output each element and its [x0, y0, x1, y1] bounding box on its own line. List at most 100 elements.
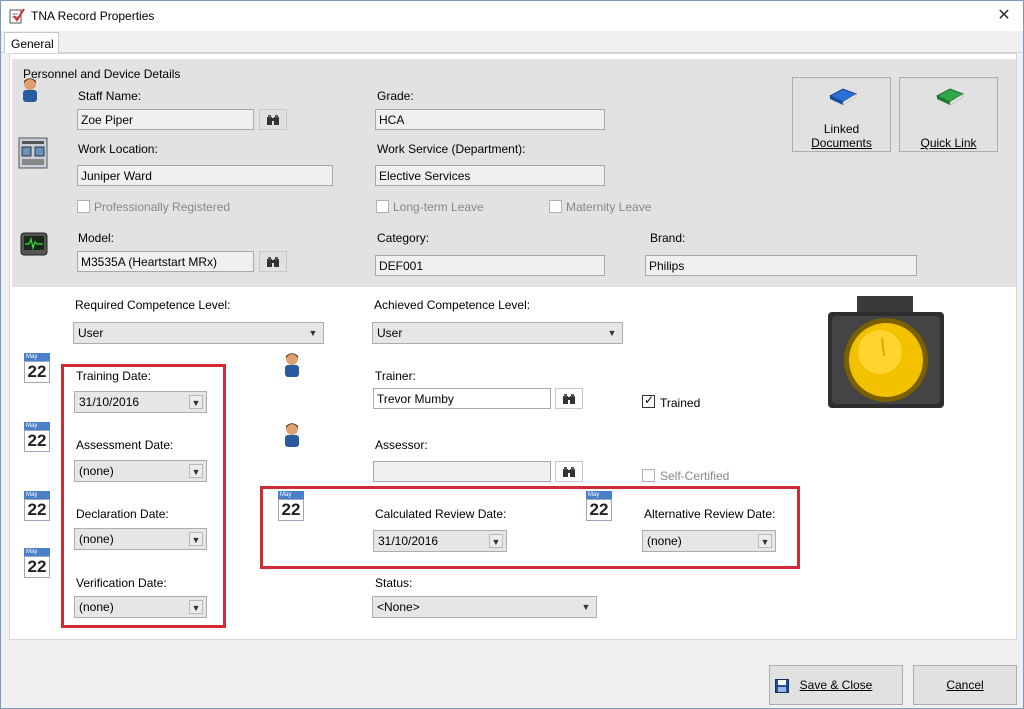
- verification-date-label: Verification Date:: [76, 576, 167, 590]
- chevron-down-icon: ▼: [758, 534, 772, 548]
- staff-name-field[interactable]: Zoe Piper: [77, 109, 254, 130]
- calendar-icon: May 22: [24, 491, 50, 521]
- title-bar: TNA Record Properties ✕: [1, 1, 1023, 31]
- assessor-person-icon: [285, 423, 299, 447]
- required-competence-value: User: [78, 326, 104, 340]
- calendar-icon: May 22: [278, 491, 304, 521]
- assessment-date-picker[interactable]: (none) ▼: [74, 460, 207, 482]
- calendar-day: 22: [278, 499, 304, 521]
- verification-date-picker[interactable]: (none) ▼: [74, 596, 207, 618]
- work-service-label: Work Service (Department):: [377, 142, 526, 156]
- assessor-field[interactable]: [373, 461, 551, 482]
- declaration-date-label: Declaration Date:: [76, 507, 169, 521]
- work-service-field[interactable]: Elective Services: [375, 165, 605, 186]
- self-certified-checkbox[interactable]: [642, 469, 655, 482]
- status-value: <None>: [377, 600, 420, 614]
- category-label: Category:: [377, 231, 430, 245]
- calendar-month: May: [24, 491, 50, 499]
- floppy-disk-icon: [775, 679, 789, 693]
- declaration-date-value: (none): [79, 532, 114, 546]
- assessor-label: Assessor:: [375, 438, 428, 452]
- grade-field[interactable]: HCA: [375, 109, 605, 130]
- model-lookup-button[interactable]: [259, 251, 287, 272]
- assessment-date-label: Assessment Date:: [76, 438, 174, 452]
- chevron-down-icon: ▼: [308, 328, 318, 338]
- window-title: TNA Record Properties: [31, 9, 155, 23]
- work-location-label: Work Location:: [78, 142, 158, 156]
- trainer-field[interactable]: Trevor Mumby: [373, 388, 551, 409]
- linked-documents-label: Documents: [811, 136, 872, 150]
- chevron-down-icon: ▼: [607, 328, 617, 338]
- achieved-competence-select[interactable]: User ▼: [372, 322, 623, 344]
- status-select[interactable]: <None> ▼: [372, 596, 597, 618]
- linked-documents-line1: Linked: [823, 122, 860, 136]
- calendar-icon: May 22: [24, 548, 50, 578]
- long-term-leave-checkbox[interactable]: [376, 200, 389, 213]
- binoculars-icon: [267, 114, 279, 125]
- calendar-icon: May 22: [24, 353, 50, 383]
- calendar-month: May: [24, 353, 50, 361]
- training-date-picker[interactable]: 31/10/2016 ▼: [74, 391, 207, 413]
- maternity-leave-checkbox[interactable]: [549, 200, 562, 213]
- self-certified-label: Self-Certified: [660, 469, 730, 483]
- category-field[interactable]: DEF001: [375, 255, 605, 276]
- calendar-month: May: [586, 491, 612, 499]
- trainer-person-icon: [285, 353, 299, 377]
- professionally-registered-label: Professionally Registered: [94, 200, 231, 214]
- linked-documents-button[interactable]: Linked Documents: [792, 77, 891, 152]
- linked-documents-line2: Documents: [793, 136, 890, 150]
- tna-record-window: TNA Record Properties ✕ General Personne…: [0, 0, 1024, 709]
- brand-field[interactable]: Philips: [645, 255, 917, 276]
- alternative-review-date-value: (none): [647, 534, 682, 548]
- staff-lookup-button[interactable]: [259, 109, 287, 130]
- binoculars-icon: [267, 256, 279, 267]
- required-competence-select[interactable]: User ▼: [73, 322, 324, 344]
- grade-label: Grade:: [377, 89, 414, 103]
- alternative-review-date-picker[interactable]: (none) ▼: [642, 530, 776, 552]
- calendar-day: 22: [586, 499, 612, 521]
- app-checkmark-icon: [9, 8, 25, 24]
- calculated-review-date-picker[interactable]: 31/10/2016 ▼: [373, 530, 507, 552]
- close-button[interactable]: ✕: [993, 5, 1015, 27]
- calculated-review-date-value: 31/10/2016: [378, 534, 439, 548]
- green-book-icon: [935, 88, 965, 106]
- model-field[interactable]: M3535A (Heartstart MRx): [77, 251, 254, 272]
- status-label: Status:: [375, 576, 413, 590]
- device-monitor-icon: [20, 232, 48, 256]
- work-location-field[interactable]: Juniper Ward: [77, 165, 333, 186]
- calendar-icon: May 22: [24, 422, 50, 452]
- cancel-button[interactable]: Cancel: [913, 665, 1017, 705]
- quick-link-text: Quick Link: [900, 136, 997, 150]
- calculated-review-date-label: Calculated Review Date:: [375, 507, 507, 521]
- quick-link-button[interactable]: Quick Link: [899, 77, 998, 152]
- chevron-down-icon: ▼: [581, 602, 591, 612]
- model-label: Model:: [78, 231, 115, 245]
- person-icon: [23, 78, 37, 102]
- chevron-down-icon: ▼: [189, 532, 203, 546]
- tab-general[interactable]: General: [4, 32, 59, 53]
- required-competence-label: Required Competence Level:: [75, 298, 231, 312]
- chevron-down-icon: ▼: [189, 395, 203, 409]
- blue-book-icon: [828, 88, 858, 106]
- training-date-value: 31/10/2016: [79, 395, 140, 409]
- verification-date-value: (none): [79, 600, 114, 614]
- calendar-day: 22: [24, 556, 50, 578]
- calendar-icon: May 22: [586, 491, 612, 521]
- quick-link-label: Quick Link: [920, 136, 977, 150]
- save-close-button[interactable]: Save & Close: [769, 665, 903, 705]
- training-date-label: Training Date:: [76, 369, 151, 383]
- assessor-lookup-button[interactable]: [555, 461, 583, 482]
- personnel-device-group: Personnel and Device Details Staff Name:…: [12, 59, 1016, 287]
- ward-building-icon: [18, 137, 48, 169]
- brand-label: Brand:: [650, 231, 686, 245]
- trained-checkbox[interactable]: [642, 393, 655, 408]
- achieved-competence-value: User: [377, 326, 403, 340]
- calendar-month: May: [278, 491, 304, 499]
- staff-name-label: Staff Name:: [78, 89, 142, 103]
- professionally-registered-checkbox[interactable]: [77, 200, 90, 213]
- content-panel: Personnel and Device Details Staff Name:…: [9, 53, 1017, 640]
- alternative-review-date-label: Alternative Review Date:: [644, 507, 776, 521]
- declaration-date-picker[interactable]: (none) ▼: [74, 528, 207, 550]
- chevron-down-icon: ▼: [189, 600, 203, 614]
- trainer-lookup-button[interactable]: [555, 388, 583, 409]
